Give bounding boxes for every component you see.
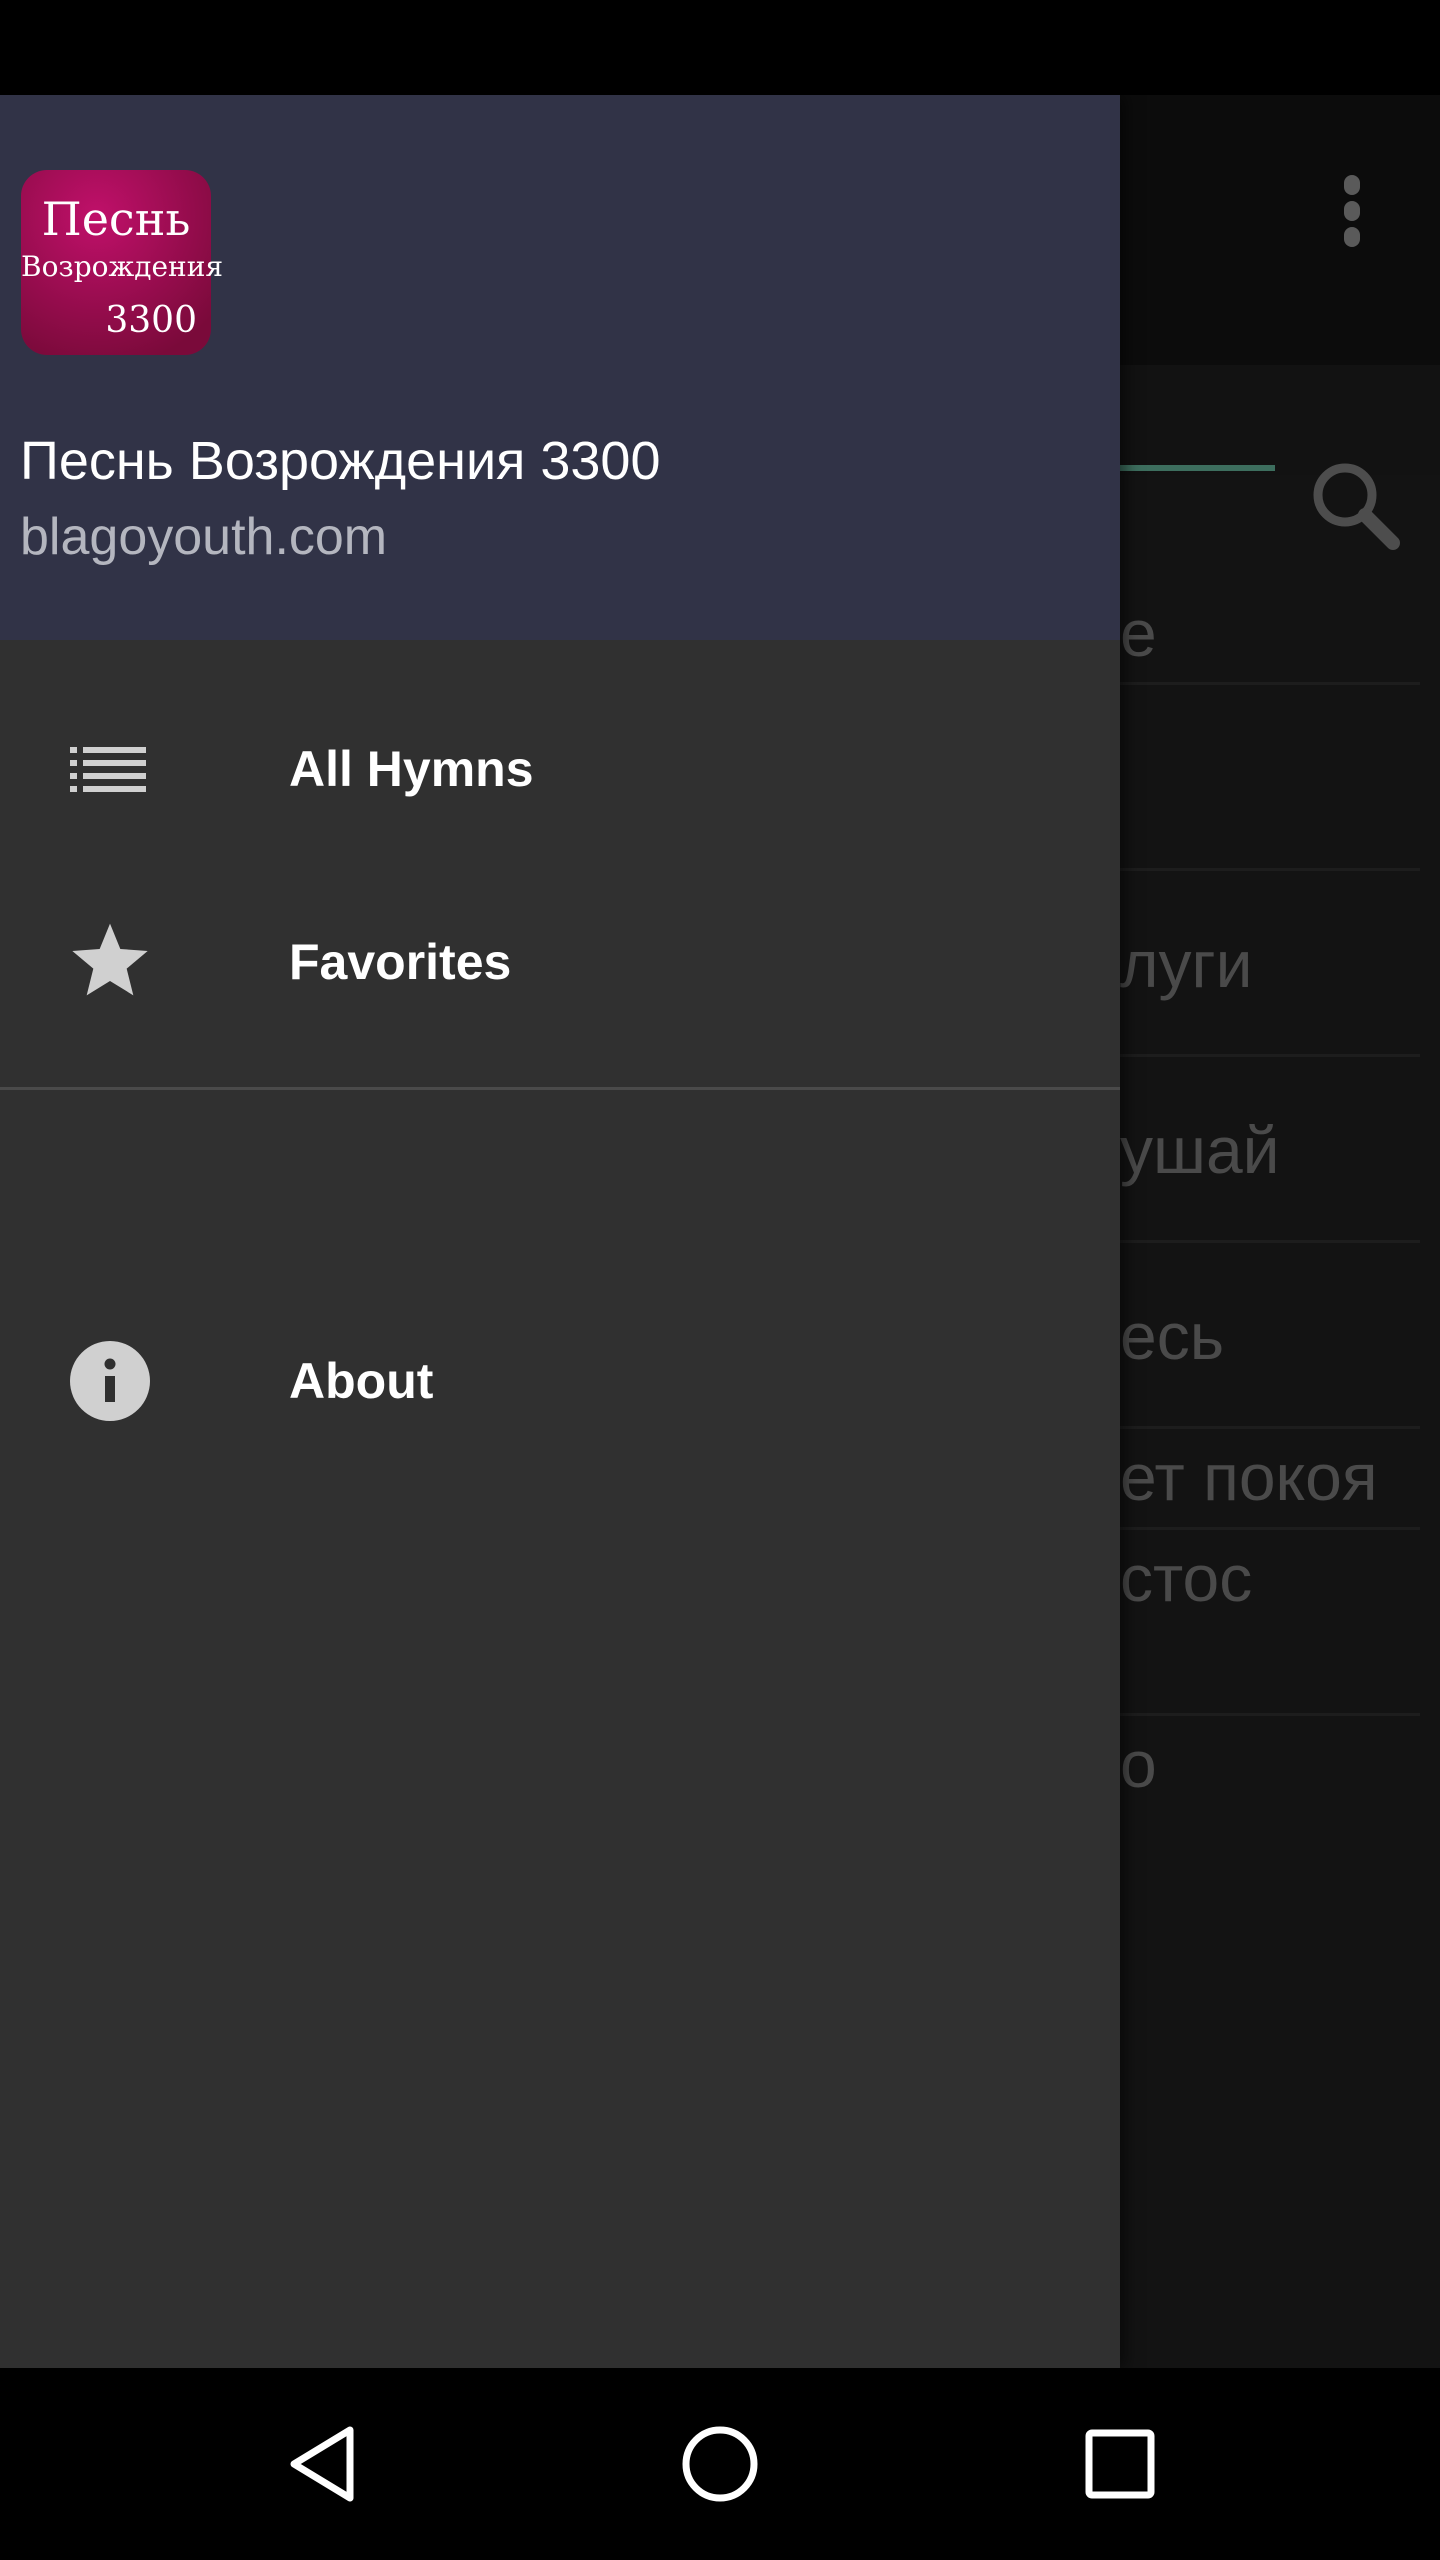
list-item-text: ушай — [1120, 1113, 1280, 1187]
status-bar — [0, 0, 1440, 95]
recents-icon[interactable] — [1085, 2429, 1155, 2499]
drawer-item-label: All Hymns — [289, 741, 534, 797]
list-item-text: есь — [1120, 1299, 1225, 1373]
list-item-text: е — [1120, 596, 1157, 670]
system-navigation-bar — [0, 2368, 1440, 2560]
back-icon[interactable] — [286, 2424, 358, 2504]
star-icon — [72, 923, 148, 996]
app-website: blagoyouth.com — [20, 508, 388, 566]
drawer-divider — [0, 1087, 1120, 1090]
overflow-menu-icon[interactable] — [1340, 175, 1364, 253]
app-title: Песнь Возрождения 3300 — [20, 431, 661, 491]
info-icon — [70, 1341, 150, 1421]
list-item-text: стос — [1120, 1541, 1253, 1615]
drawer-item-all-hymns[interactable]: All Hymns — [0, 679, 1120, 859]
navigation-drawer: Песнь Возрождения 3300 Песнь Возрождения 3… — [0, 95, 1120, 2368]
home-icon[interactable] — [680, 2424, 760, 2504]
list-item-text: о — [1120, 1727, 1157, 1801]
drawer-item-label: About — [289, 1353, 434, 1409]
drawer-item-label: Favorites — [289, 934, 512, 990]
drawer-item-about[interactable]: About — [0, 1291, 1120, 1471]
list-icon — [70, 747, 146, 792]
drawer-item-favorites[interactable]: Favorites — [0, 872, 1120, 1052]
drawer-header: Песнь Возрождения 3300 Песнь Возрождения 3… — [0, 95, 1120, 640]
list-item-text: луги — [1120, 927, 1253, 1001]
list-item-text: ет покоя — [1120, 1440, 1378, 1514]
app-logo: Песнь Возрождения 3300 — [21, 170, 223, 355]
